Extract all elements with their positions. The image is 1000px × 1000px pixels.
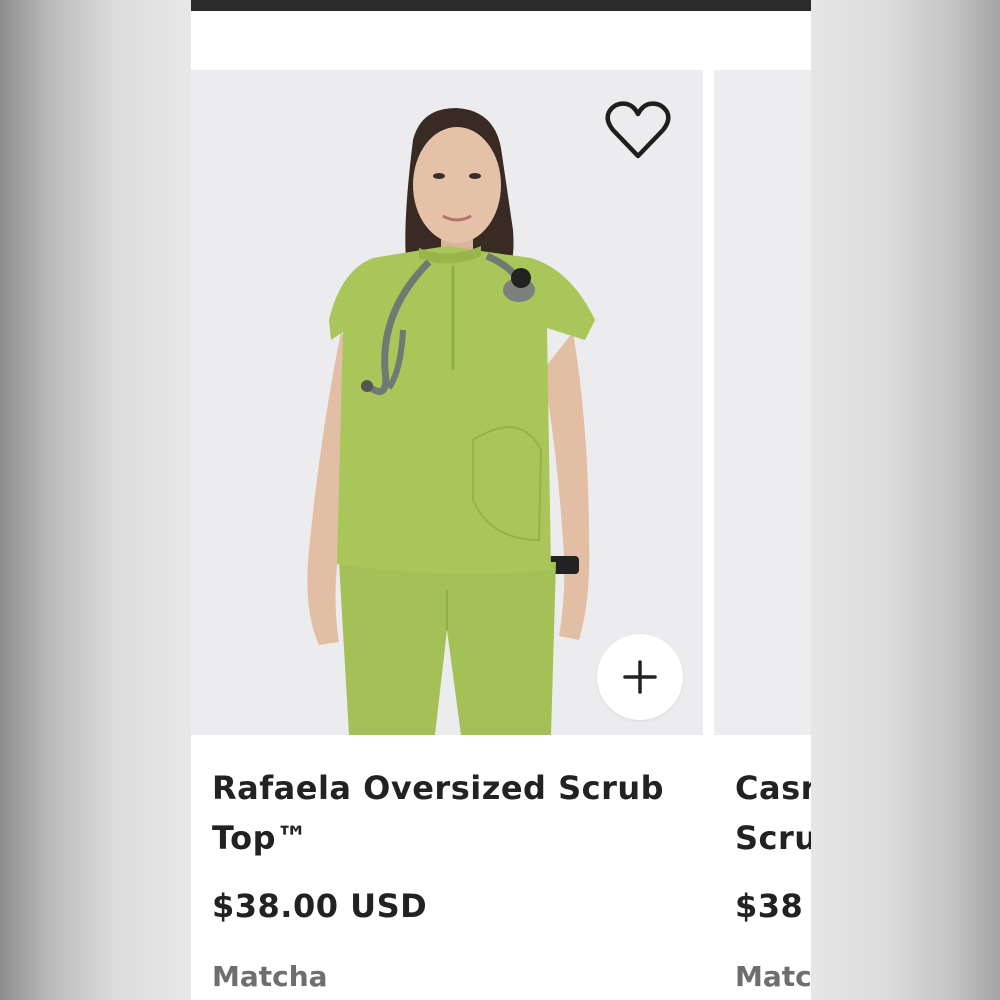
plus-icon [623, 660, 657, 694]
product-color: Matcha [212, 960, 328, 993]
product-price-partial: $38 [735, 887, 804, 925]
blurred-background-left [0, 0, 191, 1000]
product-title[interactable]: Rafaela Oversized Scrub Top™ [212, 763, 692, 863]
product-price: $38.00 USD [212, 887, 428, 925]
blurred-background-right [811, 0, 1000, 1000]
heart-icon [605, 101, 671, 159]
product-card-partial[interactable]: Casr Scru $38 Matc [714, 70, 811, 1000]
add-to-cart-button[interactable] [597, 634, 683, 720]
product-image[interactable] [191, 70, 703, 735]
status-bar [191, 0, 811, 11]
product-title-partial[interactable]: Casr Scru [735, 763, 811, 863]
product-card[interactable]: Rafaela Oversized Scrub Top™ $38.00 USD … [191, 70, 703, 1000]
product-image-partial[interactable] [714, 70, 811, 735]
product-color-partial: Matc [735, 960, 811, 993]
favorite-button[interactable] [603, 98, 673, 162]
phone-screen: Rafaela Oversized Scrub Top™ $38.00 USD … [191, 0, 811, 1000]
